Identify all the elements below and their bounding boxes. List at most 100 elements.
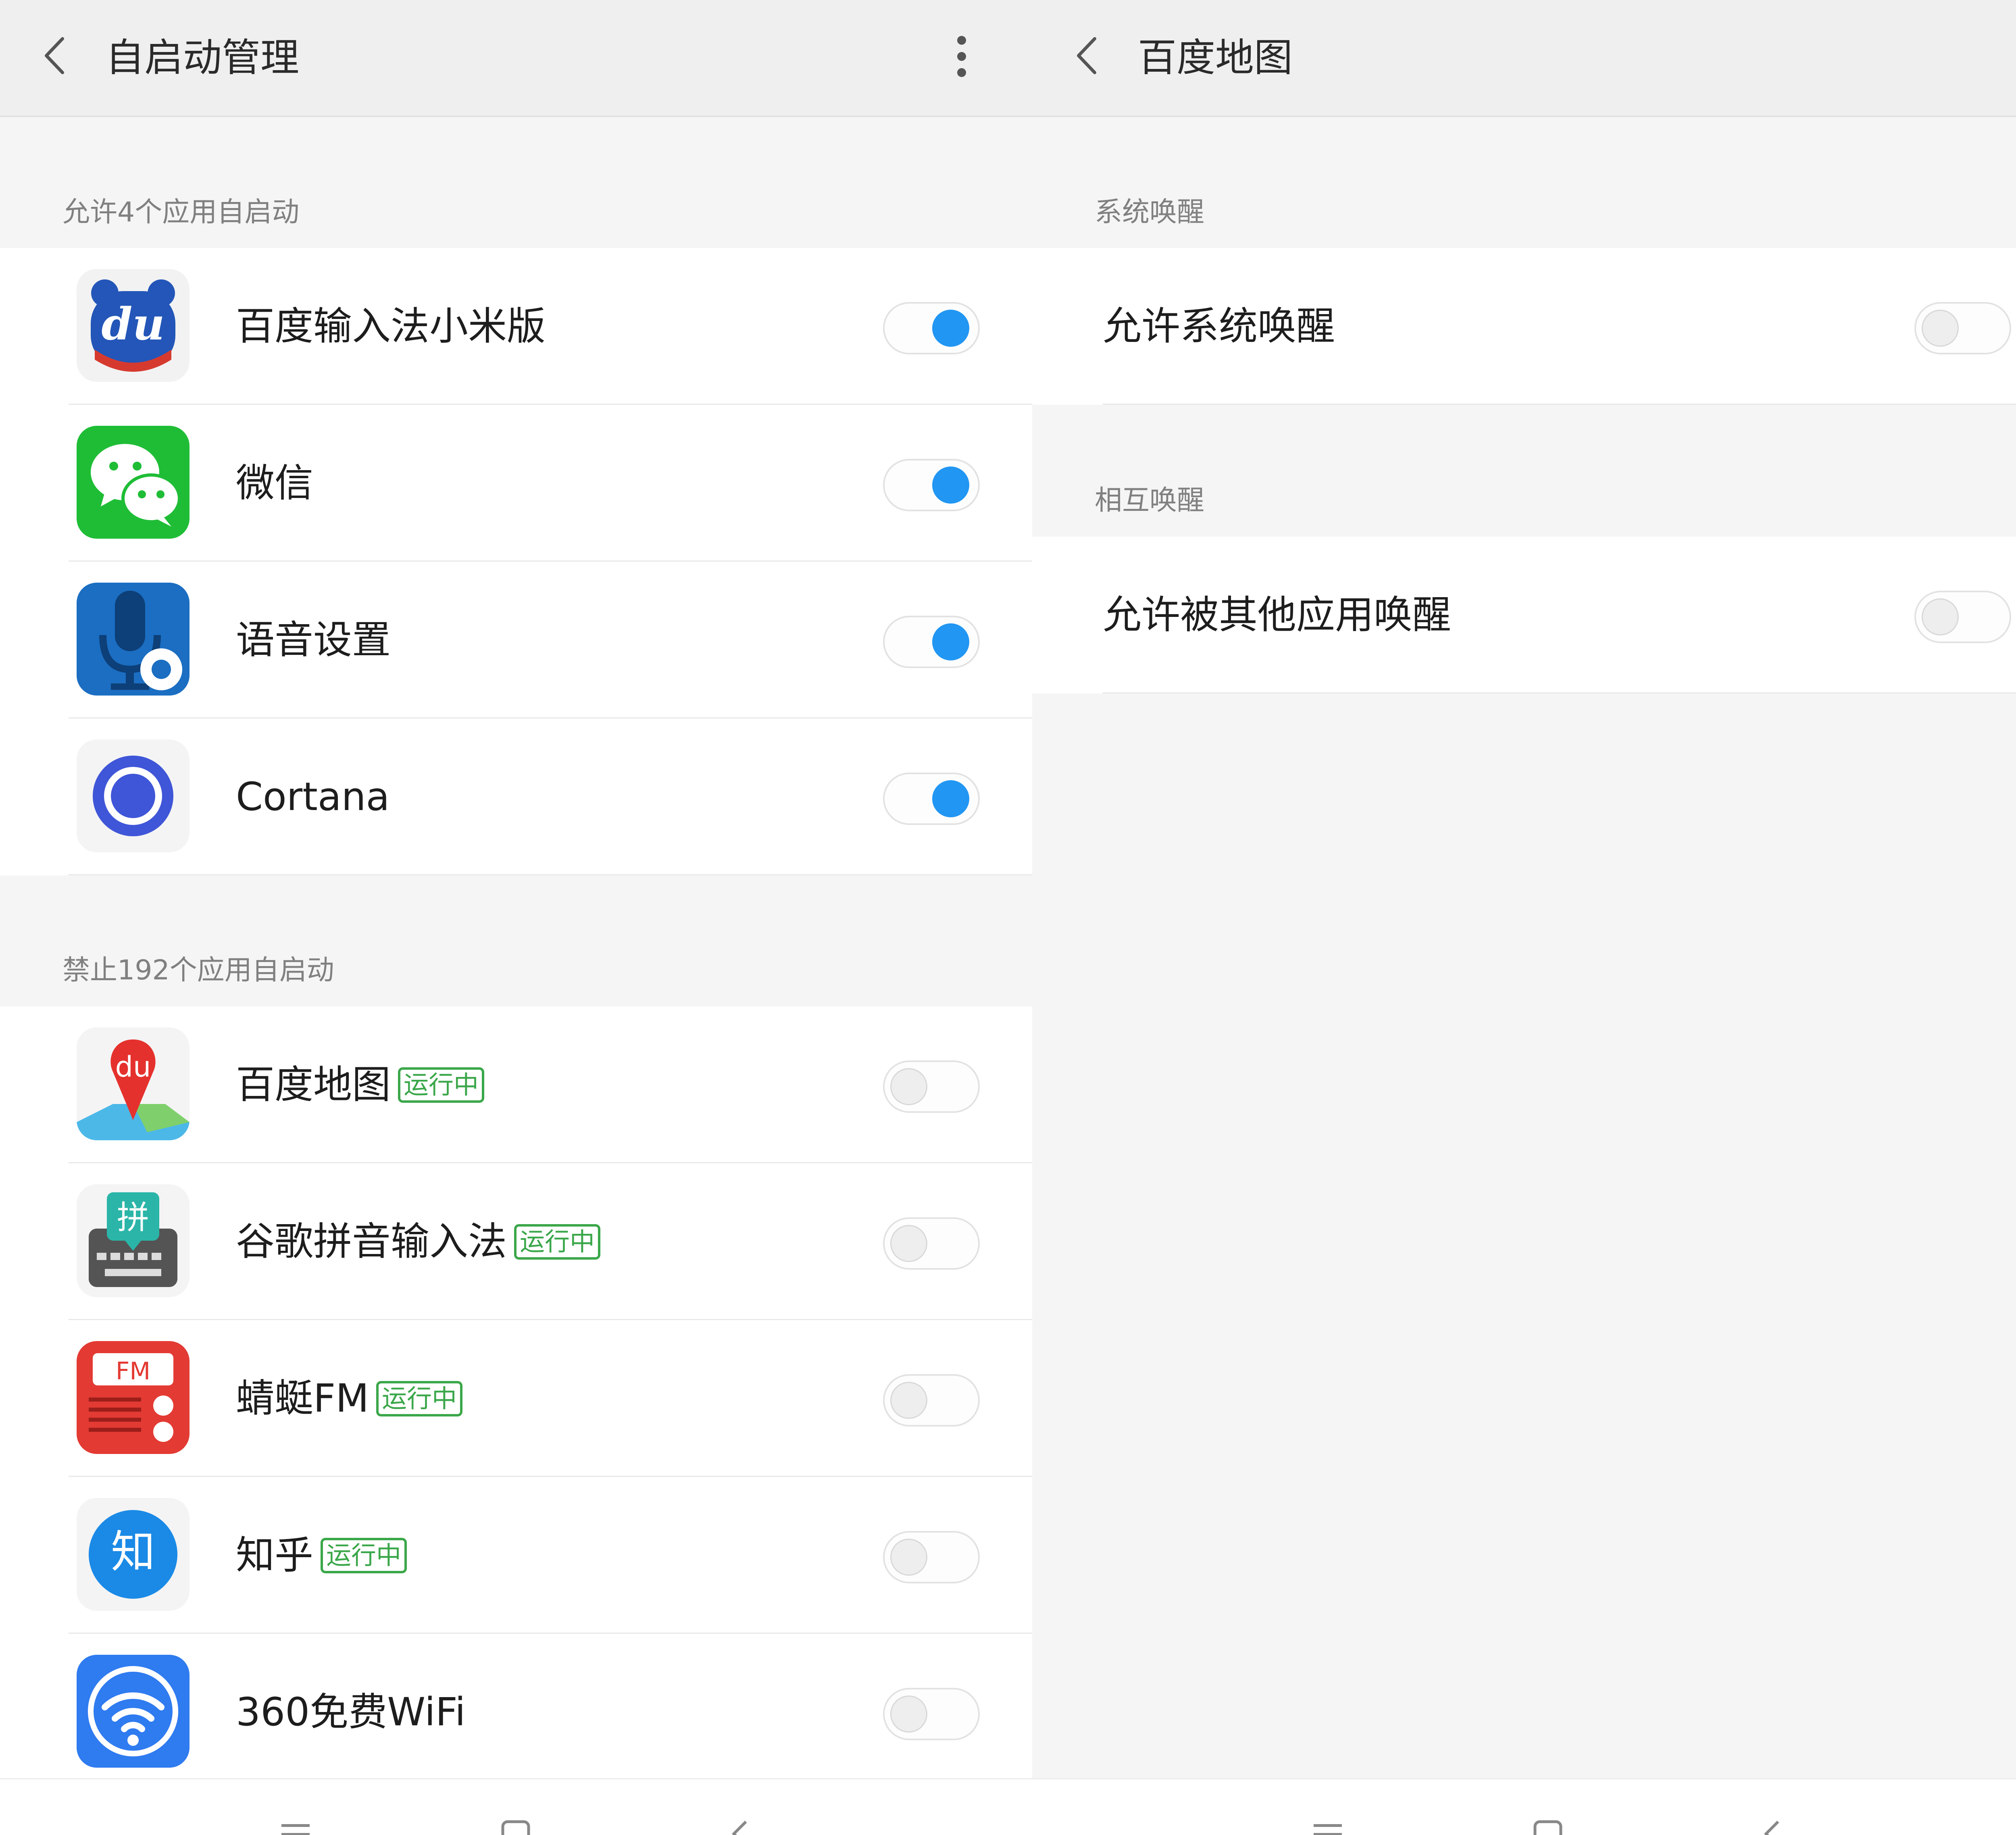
running-badge: 运行中 — [321, 1537, 407, 1573]
app-name: 百度地图 — [236, 1062, 391, 1107]
toggle-knob — [932, 780, 969, 817]
autostart-toggle[interactable] — [883, 302, 980, 354]
baidu-input-icon: du — [77, 269, 190, 382]
chevron-left-icon — [45, 37, 64, 74]
autostart-toggle[interactable] — [883, 1217, 980, 1270]
app-bar: 百度地图 — [1032, 0, 2016, 117]
back-button[interactable] — [38, 31, 71, 80]
system-wakeup-toggle[interactable] — [1914, 302, 2011, 354]
voice-settings-icon — [77, 583, 190, 696]
navigation-bar — [1032, 1778, 2016, 1835]
page-title: 自启动管理 — [106, 35, 299, 80]
svg-text:du: du — [115, 1050, 151, 1083]
toggle-knob — [932, 467, 969, 504]
app-name: 蜻蜓FM — [236, 1376, 369, 1421]
app-name: 百度输入法小米版 — [236, 304, 546, 349]
mutual-wakeup-toggle[interactable] — [1914, 591, 2011, 643]
app-wakeup-panel: 百度地图 系统唤醒 允许系统唤醒 相互唤醒 允许被其他应用唤醒 — [1032, 0, 2016, 1835]
toggle-knob — [932, 310, 969, 347]
home-icon — [1533, 1820, 1562, 1835]
app-name-with-badge: 百度地图 运行中 — [236, 1006, 485, 1163]
google-pinyin-icon: 拼 — [77, 1184, 190, 1297]
autostart-toggle[interactable] — [883, 1060, 980, 1113]
app-row-voice-settings[interactable]: 语音设置 — [0, 562, 1032, 719]
toggle-knob — [890, 1539, 927, 1576]
mutual-wakeup-header: 相互唤醒 — [1095, 485, 1205, 517]
wifi-360-icon — [77, 1655, 190, 1768]
running-badge: 运行中 — [376, 1381, 463, 1416]
autostart-toggle[interactable] — [883, 1374, 980, 1427]
app-row-zhihu[interactable]: 知 知乎 运行中 — [0, 1477, 1032, 1634]
allowed-section-header: 允许4个应用自启动 — [62, 196, 300, 228]
divider — [69, 874, 1032, 875]
divider — [1103, 404, 2016, 405]
autostart-toggle[interactable] — [883, 773, 980, 825]
app-bar: 自启动管理 — [0, 0, 1032, 117]
nav-home-button[interactable] — [498, 1818, 534, 1835]
qingting-fm-icon: FM — [77, 1341, 190, 1454]
toggle-knob — [890, 1382, 927, 1419]
running-badge: 运行中 — [398, 1067, 485, 1103]
app-name-with-badge: 知乎 运行中 — [236, 1477, 407, 1634]
navigation-bar — [0, 1778, 1032, 1835]
autostart-panel: 自启动管理 允许4个应用自启动 du 百度输入法小米版 微信 语音设置 Cort… — [0, 0, 1032, 1835]
toggle-knob — [890, 1225, 927, 1262]
app-row-360-wifi[interactable]: 360免费WiFi — [0, 1634, 1032, 1791]
app-row-cortana[interactable]: Cortana — [0, 719, 1032, 875]
svg-text:FM: FM — [116, 1357, 150, 1385]
toggle-knob — [1922, 598, 1959, 635]
baidu-map-icon: du — [77, 1027, 190, 1140]
app-name-with-badge: 蜻蜓FM 运行中 — [236, 1320, 463, 1477]
chevron-left-icon — [1077, 37, 1096, 74]
app-name: Cortana — [236, 774, 390, 819]
autostart-toggle[interactable] — [883, 616, 980, 668]
back-button[interactable] — [1070, 31, 1103, 80]
app-row-baidu-input[interactable]: du 百度输入法小米版 — [0, 248, 1032, 405]
app-row-wechat[interactable]: 微信 — [0, 405, 1032, 562]
nav-home-button[interactable] — [1530, 1818, 1566, 1835]
more-options-button[interactable] — [941, 32, 982, 81]
toggle-knob — [932, 623, 969, 660]
svg-text:拼: 拼 — [117, 1199, 149, 1236]
app-name: 语音设置 — [236, 617, 391, 662]
toggle-knob — [1922, 310, 1959, 347]
running-badge: 运行中 — [514, 1224, 601, 1260]
wechat-icon — [77, 426, 190, 539]
system-wakeup-label: 允许系统唤醒 — [1103, 304, 1335, 349]
home-icon — [501, 1820, 530, 1835]
toggle-knob — [890, 1068, 927, 1105]
app-name: 微信 — [236, 460, 313, 506]
page-title: 百度地图 — [1138, 35, 1293, 80]
system-wakeup-header: 系统唤醒 — [1095, 196, 1205, 228]
app-name: 知乎 — [236, 1533, 313, 1578]
toggle-knob — [890, 1695, 927, 1733]
app-row-qingting-fm[interactable]: FM 蜻蜓FM 运行中 — [0, 1320, 1032, 1477]
app-name: 谷歌拼音输入法 — [236, 1219, 507, 1264]
menu-icon — [281, 1824, 310, 1835]
autostart-toggle[interactable] — [883, 1688, 980, 1740]
cortana-icon — [77, 739, 190, 852]
autostart-toggle[interactable] — [883, 1531, 980, 1583]
back-icon — [1764, 1820, 1779, 1835]
nav-menu-button[interactable] — [1310, 1818, 1346, 1835]
more-vertical-icon — [957, 36, 966, 77]
menu-icon — [1314, 1824, 1342, 1835]
mutual-wakeup-label: 允许被其他应用唤醒 — [1103, 592, 1451, 637]
mutual-wakeup-row[interactable]: 允许被其他应用唤醒 — [1032, 537, 2016, 694]
app-name-with-badge: 谷歌拼音输入法 运行中 — [236, 1163, 601, 1320]
app-row-baidu-map[interactable]: du 百度地图 运行中 — [0, 1006, 1032, 1163]
nav-back-button[interactable] — [722, 1818, 758, 1835]
divider — [1103, 692, 2016, 694]
svg-text:知: 知 — [111, 1526, 155, 1578]
autostart-toggle[interactable] — [883, 459, 980, 511]
system-wakeup-row[interactable]: 允许系统唤醒 — [1032, 248, 2016, 405]
nav-menu-button[interactable] — [277, 1818, 314, 1835]
allowed-app-list: du 百度输入法小米版 微信 语音设置 Cortana — [0, 248, 1032, 875]
app-row-google-pinyin[interactable]: 拼 谷歌拼音输入法 运行中 — [0, 1163, 1032, 1320]
zhihu-icon: 知 — [77, 1498, 190, 1611]
nav-back-button[interactable] — [1754, 1818, 1790, 1835]
svg-text:du: du — [102, 298, 165, 350]
blocked-section-header: 禁止192个应用自启动 — [62, 954, 334, 986]
blocked-app-list: du 百度地图运行中 拼 谷歌拼音输入法运行中 FM 蜻蜓FM运行中 知 — [0, 1006, 1032, 1778]
app-name: 360免费WiFi — [236, 1689, 466, 1735]
